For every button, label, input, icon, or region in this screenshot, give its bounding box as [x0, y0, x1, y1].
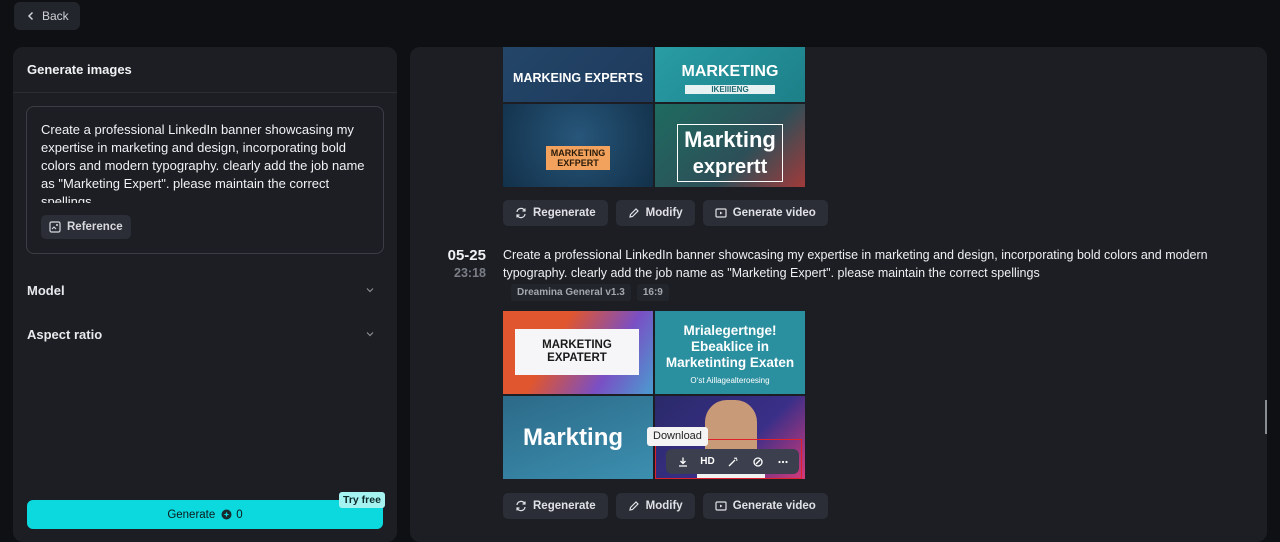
caption-line: EXFPERT: [557, 158, 599, 168]
results-feed[interactable]: MARKEING EXPERTS MARKETING IKEIIIENG MAR…: [410, 47, 1267, 542]
download-tooltip: Download: [647, 427, 708, 446]
retouch-icon[interactable]: [747, 452, 769, 472]
magic-wand-glyph: [728, 456, 737, 466]
chevron-down-icon: [366, 288, 374, 293]
generate-panel: Generate images Create a professional Li…: [13, 47, 397, 542]
generate-label: Generate: [167, 508, 216, 521]
generate-video-label: Generate video: [732, 207, 816, 219]
caption-line: Markting: [684, 127, 776, 152]
image-caption: MARKETING EXPATERT: [515, 329, 639, 375]
caption-line: MARKETING: [542, 339, 612, 351]
pencil-icon: [628, 501, 639, 511]
image-caption: MARKETING EXFPERT: [546, 146, 610, 170]
reference-button[interactable]: Reference: [41, 215, 131, 239]
regenerate-icon: [516, 500, 526, 512]
generated-image[interactable]: MARKETING IKEIIIENG: [655, 47, 805, 102]
image-caption: Mrialegertnge! Ebeaklice in Marketinting…: [655, 323, 805, 389]
video-icon: [715, 208, 727, 218]
generate-video-button[interactable]: Generate video: [702, 493, 828, 519]
back-button[interactable]: Back: [14, 2, 80, 30]
image-caption: MARKETING: [681, 63, 779, 80]
entry-timestamp: 05-25 23:18: [438, 247, 486, 280]
image-reference-icon: [49, 221, 61, 233]
generated-image[interactable]: MARKEING EXPERTS: [503, 47, 653, 102]
model-label: Model: [27, 282, 65, 298]
image-caption: Markting: [523, 424, 624, 451]
caption-line: EXPATERT: [547, 352, 607, 364]
entry-date: 05-25: [447, 247, 486, 264]
reference-label: Reference: [67, 221, 123, 233]
download-glyph: [678, 457, 687, 467]
entry-prompt: Create a professional LinkedIn banner sh…: [503, 248, 1208, 280]
credit-icon: [221, 509, 232, 520]
generate-video-button[interactable]: Generate video: [702, 200, 828, 226]
top-group-actions: Regenerate Modify Generate video: [503, 200, 828, 226]
ratio-tag: 16:9: [636, 284, 669, 301]
generated-image[interactable]: Mrialegertnge! Ebeaklice in Marketinting…: [655, 311, 805, 394]
caption-line: exprertt: [692, 156, 768, 178]
try-free-badge: Try free: [339, 492, 385, 508]
divider: [13, 92, 397, 93]
entry-tags: Dreamina General v1.3 16:9: [511, 284, 669, 301]
entry-actions: Regenerate Modify Generate video: [503, 493, 828, 519]
credit-value: 0: [236, 508, 243, 521]
generated-image[interactable]: MARKETING EXPATERT: [503, 311, 653, 394]
caption-line: MARKETING: [550, 148, 606, 158]
hd-button[interactable]: HD: [697, 452, 719, 472]
magic-edit-icon[interactable]: [722, 452, 744, 472]
entry-time: 23:18: [454, 266, 486, 280]
download-icon[interactable]: [672, 452, 694, 472]
generated-image[interactable]: Markting exprertt: [655, 104, 805, 187]
regenerate-button[interactable]: Regenerate: [503, 493, 608, 519]
pencil-icon: [628, 208, 639, 218]
image-hover-toolbar: HD: [666, 449, 799, 474]
scrollbar[interactable]: [1265, 400, 1267, 434]
generated-image[interactable]: Markting: [503, 396, 653, 479]
panel-title: Generate images: [27, 62, 132, 77]
aspect-ratio-label: Aspect ratio: [27, 326, 103, 342]
generate-video-label: Generate video: [732, 500, 816, 512]
model-tag: Dreamina General v1.3: [511, 284, 631, 301]
regenerate-label: Regenerate: [533, 500, 596, 512]
image-caption: Markting exprertt: [677, 124, 783, 182]
image-caption: MARKEING EXPERTS: [513, 71, 643, 85]
image-grid: MARKEING EXPERTS MARKETING IKEIIIENG MAR…: [503, 47, 805, 187]
modify-label: Modify: [645, 500, 683, 512]
video-icon: [715, 501, 727, 511]
caption-line: Ebeaklice in: [690, 339, 770, 354]
aspect-ratio-selector[interactable]: Aspect ratio: [27, 323, 375, 345]
caption-line: Oʻst Aillagealteroesing: [690, 376, 770, 385]
regenerate-icon: [516, 207, 526, 219]
more-glyph: [777, 460, 788, 463]
credit-count: 0: [221, 508, 243, 521]
more-icon[interactable]: [772, 452, 794, 472]
prompt-input[interactable]: Create a professional LinkedIn banner sh…: [41, 121, 369, 203]
modify-button[interactable]: Modify: [615, 200, 695, 226]
modify-label: Modify: [645, 207, 683, 219]
caption-line: Mrialegertnge!: [683, 323, 777, 338]
regenerate-button[interactable]: Regenerate: [503, 200, 608, 226]
prompt-box[interactable]: Create a professional LinkedIn banner sh…: [26, 106, 384, 254]
model-selector[interactable]: Model: [27, 279, 375, 301]
chevron-down-icon: [366, 332, 374, 337]
image-caption: IKEIIIENG: [685, 85, 775, 94]
regenerate-label: Regenerate: [533, 207, 596, 219]
generated-image[interactable]: MARKETING EXFPERT: [503, 104, 653, 187]
modify-button[interactable]: Modify: [615, 493, 695, 519]
back-label: Back: [42, 9, 69, 23]
chevron-left-icon: [27, 11, 34, 21]
generate-button[interactable]: Generate 0: [27, 500, 383, 529]
retouch-glyph: [752, 456, 763, 467]
caption-line: Marketinting Exaten: [665, 355, 795, 370]
